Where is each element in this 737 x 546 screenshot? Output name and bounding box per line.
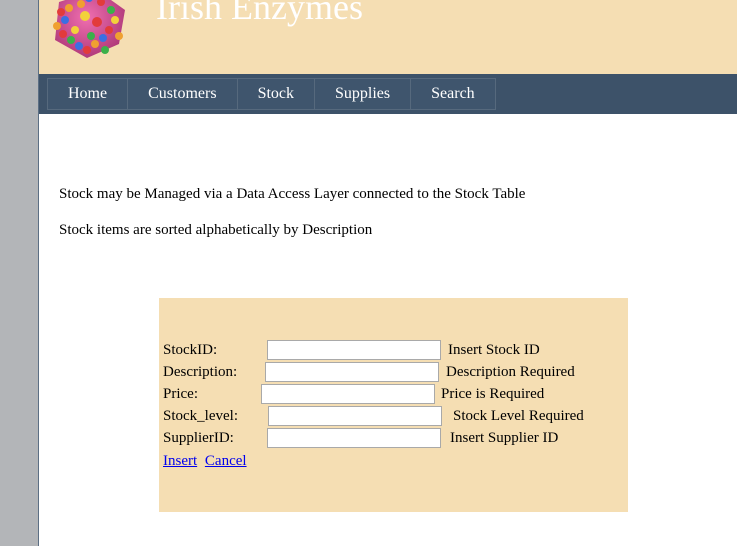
stockid-label: StockID: — [163, 342, 218, 358]
price-validator: Price is Required — [441, 386, 545, 402]
nav-menu: Home Customers Stock Supplies Search — [47, 78, 496, 110]
header-banner: Irish Enzymes — [39, 0, 737, 74]
supplierid-validator: Insert Supplier ID — [450, 430, 559, 446]
intro-text-management: Stock may be Managed via a Data Access L… — [59, 186, 526, 202]
nav-item-home[interactable]: Home — [47, 78, 129, 110]
nav-item-customers[interactable]: Customers — [128, 78, 238, 110]
supplierid-label: SupplierID: — [163, 430, 234, 446]
cancel-link[interactable]: Cancel — [205, 453, 247, 469]
intro-text-sorting: Stock items are sorted alphabetically by… — [59, 222, 373, 238]
form-actions: Insert Cancel — [163, 453, 251, 470]
molecule-cluster-logo — [53, 0, 125, 58]
stockid-input[interactable] — [267, 340, 441, 360]
nav-item-stock[interactable]: Stock — [237, 78, 316, 110]
nav-item-search[interactable]: Search — [411, 78, 496, 110]
main-navbar: Home Customers Stock Supplies Search — [39, 74, 737, 114]
price-label: Price: — [163, 386, 198, 402]
left-gutter — [0, 0, 38, 546]
description-validator: Description Required — [446, 364, 575, 380]
stock-level-validator: Stock Level Required — [453, 408, 584, 424]
stock-level-input[interactable] — [268, 406, 442, 426]
stock-insert-form: StockID: Insert Stock ID Description: De… — [159, 298, 628, 512]
description-label: Description: — [163, 364, 238, 380]
insert-link[interactable]: Insert — [163, 453, 197, 469]
description-input[interactable] — [265, 362, 439, 382]
stockid-validator: Insert Stock ID — [448, 342, 540, 358]
stock-level-label: Stock_level: — [163, 408, 238, 424]
price-input[interactable] — [261, 384, 435, 404]
nav-item-supplies[interactable]: Supplies — [315, 78, 412, 110]
supplierid-input[interactable] — [267, 428, 441, 448]
site-title: Irish Enzymes — [156, 0, 363, 27]
